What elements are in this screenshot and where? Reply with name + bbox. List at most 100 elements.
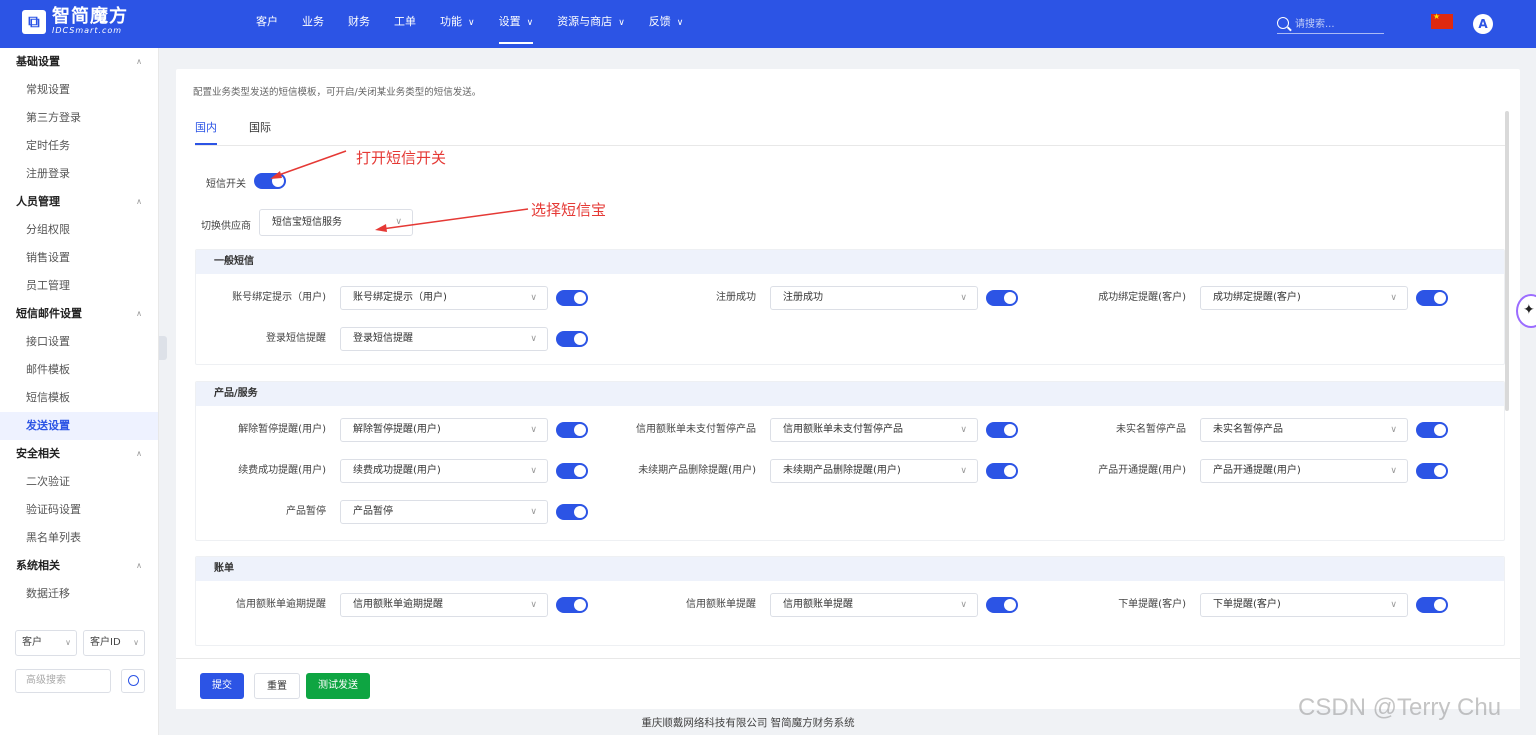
sidebar-item[interactable]: 销售设置: [0, 244, 158, 272]
template-label: 产品暂停: [286, 506, 326, 517]
template-enable-toggle[interactable]: [1416, 290, 1448, 306]
sidebar-item[interactable]: 接口设置: [0, 328, 158, 356]
chevron-down-icon: ∨: [65, 638, 71, 647]
section-1: 产品/服务 解除暂停提醒(用户) 解除暂停提醒(用户) ∨ 信用额账单未支付暂停产品 信用…: [195, 381, 1505, 541]
nav-item-1[interactable]: 业务: [290, 0, 336, 48]
nav-label: 反馈: [648, 15, 671, 28]
china-flag-icon[interactable]: [1431, 12, 1453, 29]
sidebar-quick-search: 客户 ∨ 客户ID ∨ 高级搜索: [15, 630, 145, 693]
search-field-select[interactable]: 客户ID ∨: [83, 630, 145, 656]
watermark: CSDN @Terry Chu: [1298, 694, 1502, 721]
template-label: 登录短信提醒: [266, 333, 326, 344]
sidebar-item[interactable]: 第三方登录: [0, 104, 158, 132]
template-label-wrap: 登录短信提醒: [196, 327, 326, 351]
chevron-up-icon: ∧: [136, 197, 142, 206]
sidebar-item[interactable]: 数据迁移: [0, 580, 158, 608]
sidebar-item[interactable]: 常规设置: [0, 76, 158, 104]
sms-send-settings-card: 配置业务类型发送的短信模板，可开启/关闭某业务类型的短信发送。 国内 国际 短信…: [176, 69, 1520, 709]
sidebar-item[interactable]: 分组权限: [0, 216, 158, 244]
sidebar-item[interactable]: 验证码设置: [0, 496, 158, 524]
nav-item-3[interactable]: 工单: [382, 0, 428, 48]
template-enable-toggle[interactable]: [556, 331, 588, 347]
sidebar-item[interactable]: 短信模板: [0, 384, 158, 412]
template-select[interactable]: 产品开通提醒(用户) ∨: [1200, 459, 1408, 483]
nav-label: 工单: [394, 15, 416, 28]
sidebar-item[interactable]: 发送设置: [0, 412, 158, 440]
chevron-up-icon: ∧: [136, 57, 142, 66]
annotation-provider: 选择短信宝: [531, 201, 607, 219]
sidebar-group-2[interactable]: 短信邮件设置 ∧: [0, 300, 158, 328]
main-nav: 客户 业务 财务 工单 功能 ∨ 设置 ∨ 资源与商店 ∨ 反馈 ∨: [244, 0, 695, 48]
template-select[interactable]: 下单提醒(客户) ∨: [1200, 593, 1408, 617]
template-label: 产品开通提醒(用户): [1098, 465, 1186, 476]
search-input[interactable]: 请搜索...: [1295, 15, 1335, 30]
template-label: 未实名暂停产品: [1116, 424, 1186, 435]
submit-button[interactable]: 提交: [200, 673, 244, 699]
nav-item-5[interactable]: 设置 ∨: [487, 0, 546, 48]
template-label-wrap: 下单提醒(客户): [196, 593, 1186, 617]
sidebar-collapse-handle[interactable]: [159, 336, 167, 360]
chevron-down-icon: ∨: [1390, 600, 1397, 610]
sidebar-group-label: 基础设置: [16, 55, 60, 68]
chevron-down-icon: ∨: [468, 18, 475, 28]
sidebar-item[interactable]: 二次验证: [0, 468, 158, 496]
sidebar-item[interactable]: 黑名单列表: [0, 524, 158, 552]
global-search[interactable]: 请搜索...: [1277, 12, 1384, 34]
nav-item-6[interactable]: 资源与商店 ∨: [545, 0, 637, 48]
logo[interactable]: ⧉ 智简魔方 IDCSmart.com: [22, 8, 128, 36]
chevron-up-icon: ∧: [136, 449, 142, 458]
template-select-value: 成功绑定提醒(客户): [1213, 292, 1301, 303]
nav-label: 资源与商店: [557, 15, 613, 28]
sidebar-item[interactable]: 注册登录: [0, 160, 158, 188]
sidebar-group-label: 人员管理: [16, 195, 60, 208]
nav-item-2[interactable]: 财务: [336, 0, 382, 48]
chevron-down-icon: ∨: [133, 638, 139, 647]
template-enable-toggle[interactable]: [1416, 463, 1448, 479]
template-enable-toggle[interactable]: [1416, 597, 1448, 613]
advanced-search-input[interactable]: 高级搜索: [15, 669, 111, 693]
section-0: 一般短信 账号绑定提示（用户) 账号绑定提示（用户) ∨ 注册成功 注册成功 ∨ 成功绑定提醒…: [195, 249, 1505, 365]
nav-label: 客户: [256, 15, 278, 28]
chevron-down-icon: ∨: [1390, 466, 1397, 476]
sidebar-item[interactable]: 邮件模板: [0, 356, 158, 384]
section-title: 账单: [196, 557, 1504, 581]
chevron-down-icon: ∨: [530, 334, 537, 344]
nav-item-0[interactable]: 客户: [244, 0, 290, 48]
nav-item-4[interactable]: 功能 ∨: [428, 0, 487, 48]
annotation-switch: 打开短信开关: [356, 149, 447, 167]
template-label: 成功绑定提醒(客户): [1098, 292, 1186, 303]
reset-button[interactable]: 重置: [254, 673, 300, 699]
sidebar-group-4[interactable]: 系统相关 ∧: [0, 552, 158, 580]
sidebar-group-1[interactable]: 人员管理 ∧: [0, 188, 158, 216]
template-select[interactable]: 产品暂停 ∨: [340, 500, 548, 524]
brand-sub: IDCSmart.com: [52, 26, 123, 35]
test-send-button[interactable]: 测试发送: [306, 673, 370, 699]
template-label-wrap: 产品开通提醒(用户): [196, 459, 1186, 483]
search-type-select[interactable]: 客户 ∨: [15, 630, 77, 656]
sidebar-group-3[interactable]: 安全相关 ∧: [0, 440, 158, 468]
template-select-value: 产品开通提醒(用户): [1213, 465, 1301, 476]
sidebar-item[interactable]: 定时任务: [0, 132, 158, 160]
template-select[interactable]: 登录短信提醒 ∨: [340, 327, 548, 351]
template-select[interactable]: 未实名暂停产品 ∨: [1200, 418, 1408, 442]
search-icon: [1277, 16, 1289, 29]
sidebar-group-0[interactable]: 基础设置 ∧: [0, 48, 158, 76]
chevron-up-icon: ∧: [136, 561, 142, 570]
sidebar-item[interactable]: 员工管理: [0, 272, 158, 300]
nav-label: 业务: [302, 15, 324, 28]
copyright-footer: 重庆顺戴网络科技有限公司 智简魔方财务系统: [641, 717, 855, 729]
nav-label: 设置: [498, 15, 521, 28]
sidebar-group-label: 安全相关: [16, 447, 60, 460]
chevron-down-icon: ∨: [1390, 425, 1397, 435]
template-label: 下单提醒(客户): [1118, 599, 1186, 610]
template-select-value: 未实名暂停产品: [1213, 424, 1283, 435]
search-button[interactable]: [121, 669, 145, 693]
brand-name: 智简魔方: [52, 6, 128, 27]
template-select[interactable]: 成功绑定提醒(客户) ∨: [1200, 286, 1408, 310]
nav-item-7[interactable]: 反馈 ∨: [637, 0, 696, 48]
template-enable-toggle[interactable]: [1416, 422, 1448, 438]
section-title: 一般短信: [196, 250, 1504, 274]
section-title: 产品/服务: [196, 382, 1504, 406]
template-enable-toggle[interactable]: [556, 504, 588, 520]
avatar[interactable]: A: [1473, 14, 1493, 34]
